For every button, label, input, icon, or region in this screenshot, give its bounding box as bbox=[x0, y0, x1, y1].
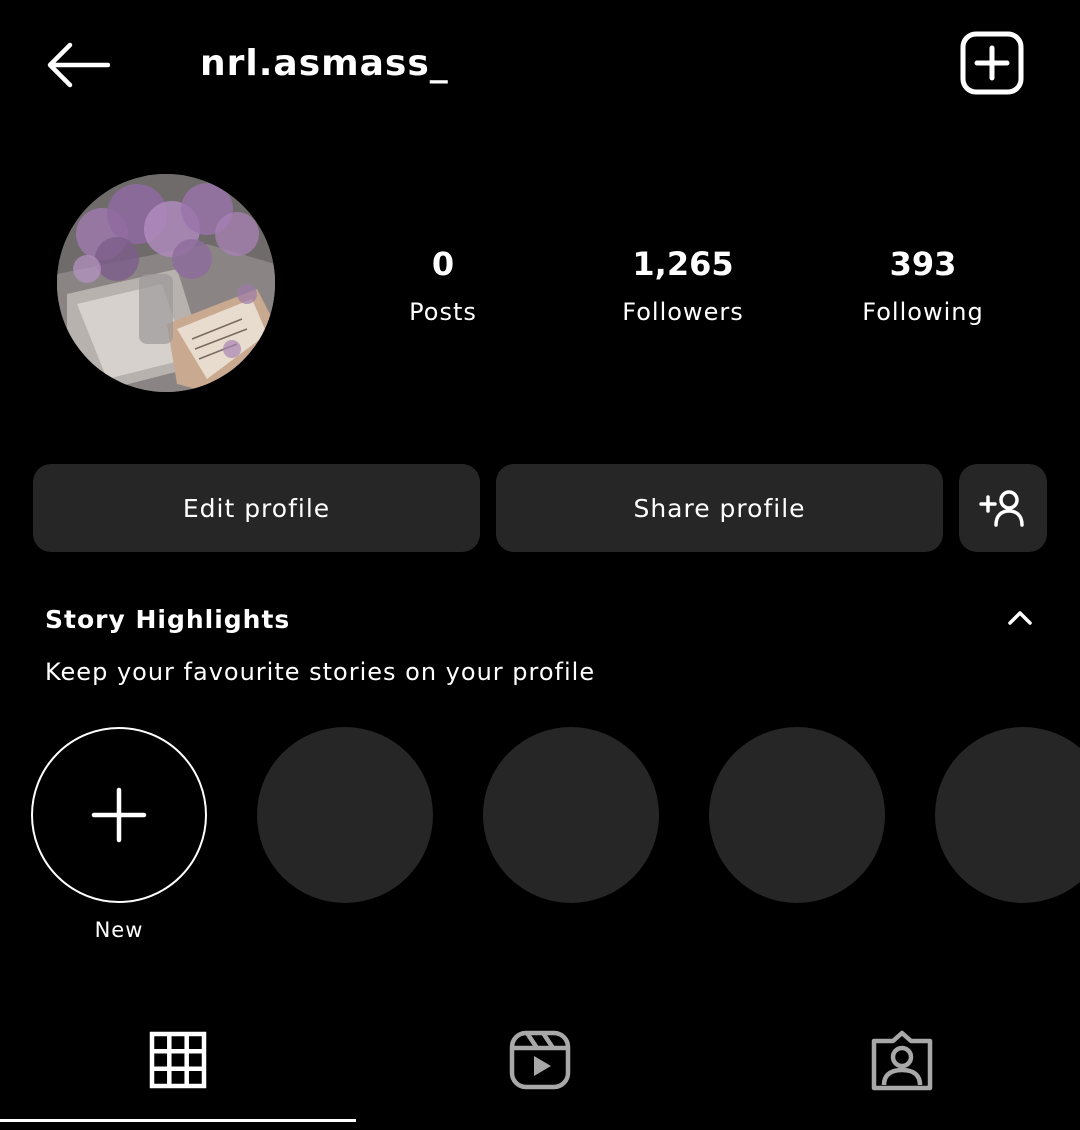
followers-label: Followers bbox=[622, 298, 744, 326]
following-label: Following bbox=[862, 298, 984, 326]
tab-posts-grid[interactable] bbox=[138, 1020, 218, 1100]
highlights-subtitle: Keep your favourite stories on your prof… bbox=[45, 658, 596, 686]
tab-tagged[interactable] bbox=[862, 1020, 942, 1100]
following-count: 393 bbox=[889, 245, 957, 283]
following-stat[interactable]: 393 Following bbox=[823, 240, 1023, 336]
edit-profile-button[interactable]: Edit profile bbox=[33, 464, 480, 552]
highlight-placeholder bbox=[935, 727, 1080, 903]
posts-stat[interactable]: 0 Posts bbox=[343, 240, 543, 336]
posts-label: Posts bbox=[409, 298, 477, 326]
discover-people-button[interactable] bbox=[959, 464, 1047, 552]
profile-username: nrl.asmass_ bbox=[200, 43, 449, 84]
highlight-placeholder bbox=[709, 727, 885, 903]
share-profile-label: Share profile bbox=[633, 493, 806, 523]
grid-icon bbox=[149, 1031, 207, 1089]
plus-icon bbox=[91, 787, 147, 843]
chevron-up-icon bbox=[1008, 611, 1032, 625]
highlights-collapse-button[interactable] bbox=[1000, 598, 1040, 638]
highlight-placeholder bbox=[483, 727, 659, 903]
back-arrow-icon bbox=[47, 42, 110, 88]
tagged-person-icon bbox=[871, 1030, 933, 1091]
share-profile-button[interactable]: Share profile bbox=[496, 464, 943, 552]
reels-icon bbox=[509, 1030, 571, 1090]
new-highlight-button[interactable] bbox=[31, 727, 207, 903]
active-tab-indicator bbox=[0, 1119, 356, 1122]
posts-count: 0 bbox=[431, 245, 455, 283]
highlights-title: Story Highlights bbox=[45, 605, 291, 634]
add-person-icon bbox=[979, 490, 1024, 527]
tab-reels[interactable] bbox=[500, 1020, 580, 1100]
avatar-photo bbox=[57, 174, 275, 392]
followers-stat[interactable]: 1,265 Followers bbox=[583, 240, 783, 336]
followers-count: 1,265 bbox=[632, 245, 734, 283]
back-button[interactable] bbox=[40, 36, 114, 94]
add-square-icon bbox=[960, 31, 1024, 95]
avatar[interactable] bbox=[57, 174, 275, 392]
edit-profile-label: Edit profile bbox=[182, 493, 331, 523]
highlight-placeholder bbox=[257, 727, 433, 903]
new-highlight-label: New bbox=[94, 918, 144, 942]
create-post-button[interactable] bbox=[958, 30, 1026, 96]
profile-page: nrl.asmass_ 0 Posts 1,265 Followers 393 … bbox=[0, 0, 1080, 1130]
